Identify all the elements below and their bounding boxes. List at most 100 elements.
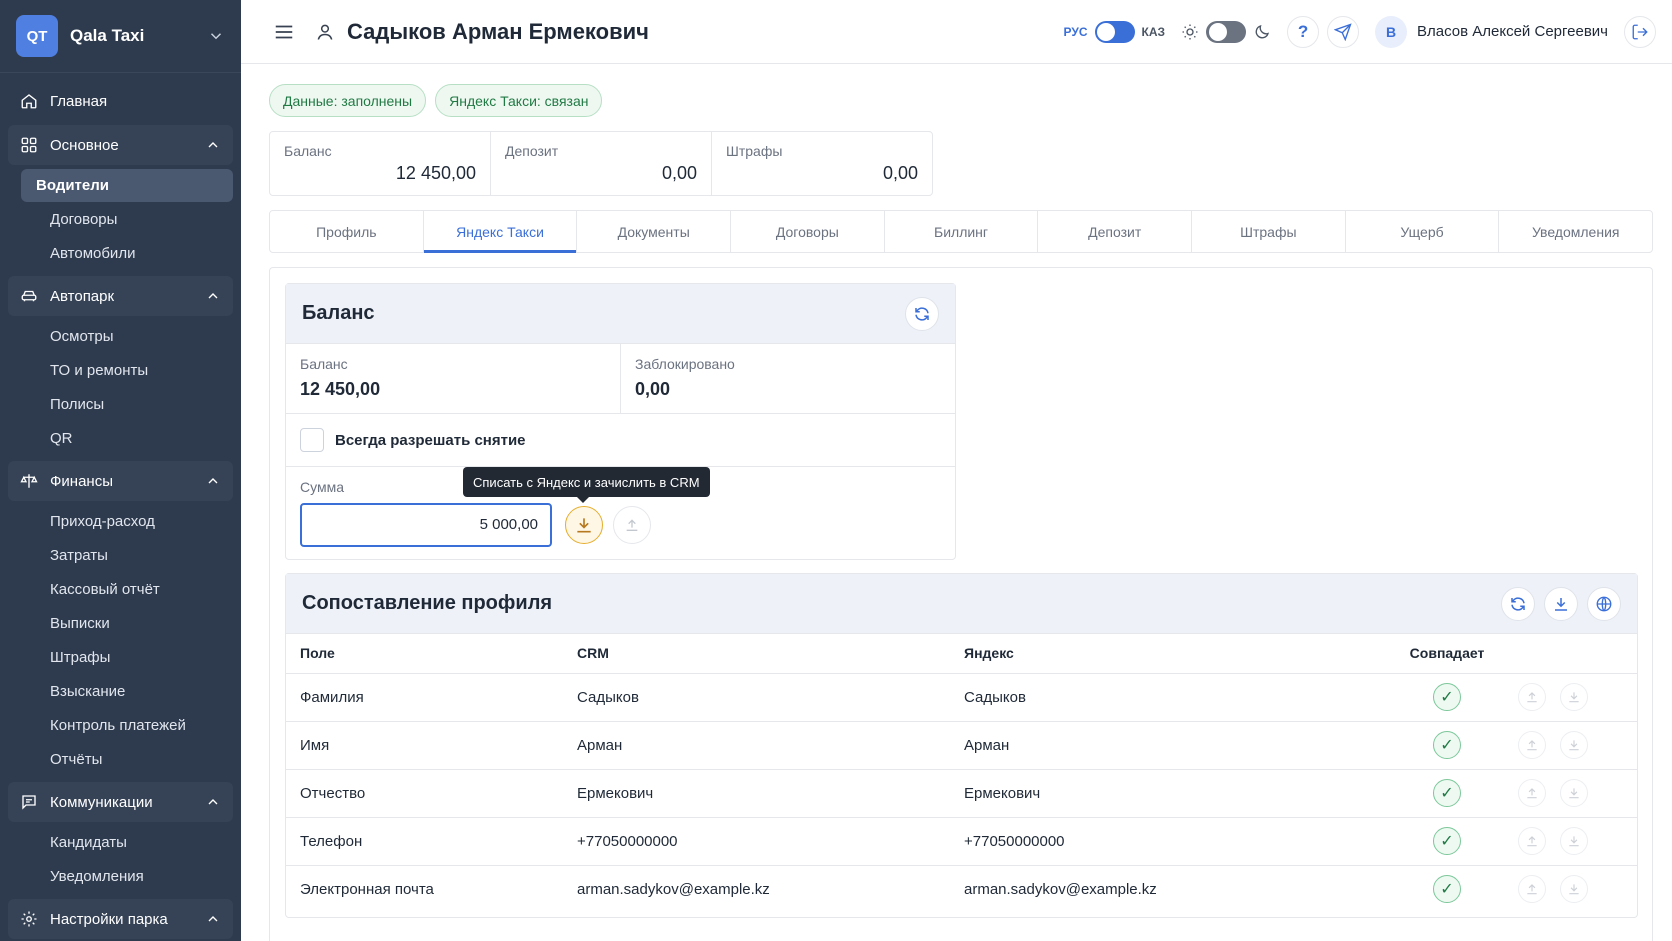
user-name[interactable]: Власов Алексей Сергеевич (1417, 23, 1608, 40)
tab-billing[interactable]: Биллинг (885, 211, 1039, 252)
tab-notifications[interactable]: Уведомления (1499, 211, 1652, 252)
chevron-up-icon[interactable] (205, 794, 221, 810)
brand-header[interactable]: QT Qala Taxi (0, 0, 241, 73)
balance-panel: Баланс Баланс 12 450,00 Заблокировано 0,… (285, 283, 956, 560)
open-yandex-button[interactable] (1587, 586, 1621, 621)
stat-label: Штрафы (726, 143, 783, 159)
upload-icon (1527, 788, 1537, 799)
sidebar-item-contracts[interactable]: Договоры (21, 203, 233, 236)
push-to-yandex-button[interactable] (1518, 875, 1546, 904)
menu-icon[interactable] (273, 21, 295, 43)
sidebar-item-income-expense[interactable]: Приход-расход (21, 505, 233, 538)
grid-icon (21, 137, 37, 153)
sidebar: QT Qala Taxi Главная Основное Водители Д… (0, 0, 241, 941)
chevron-up-icon[interactable] (205, 137, 221, 153)
table-row: Отчество Ермекович Ермекович ✓ (286, 769, 1637, 818)
sun-icon (1182, 24, 1198, 39)
always-allow-checkbox[interactable] (300, 428, 324, 452)
telegram-button[interactable] (1327, 15, 1360, 48)
sidebar-group-label: Коммуникации (50, 793, 153, 811)
sidebar-item-notifications[interactable]: Уведомления (21, 860, 233, 893)
status-badge: Яндекс Такси: связан (435, 84, 603, 117)
push-to-yandex-button[interactable] (1518, 683, 1546, 711)
sidebar-item-home[interactable]: Главная (8, 81, 233, 121)
avatar[interactable]: В (1375, 15, 1408, 48)
sidebar-group-fleet[interactable]: Автопарк (8, 276, 233, 316)
sidebar-item-collection[interactable]: Взыскание (21, 675, 233, 708)
blocked-value: 0,00 (635, 379, 671, 399)
tab-deposit[interactable]: Депозит (1038, 211, 1193, 252)
sidebar-group-finance[interactable]: Финансы (8, 461, 233, 501)
tab-documents[interactable]: Документы (577, 211, 732, 252)
stat-fines: Штрафы 0,00 (712, 132, 932, 195)
sidebar-item-inspections[interactable]: Осмотры (21, 320, 233, 353)
balance-cell: Баланс 12 450,00 (286, 344, 621, 413)
language-toggle[interactable] (1094, 20, 1135, 43)
pull-from-yandex-button[interactable] (1560, 683, 1589, 711)
tab-profile[interactable]: Профиль (270, 211, 424, 252)
scales-icon (20, 474, 38, 488)
chevron-down-icon[interactable] (207, 27, 225, 45)
theme-toggle[interactable] (1206, 20, 1247, 43)
actions-cell (1518, 721, 1637, 770)
sidebar-item-cash-report[interactable]: Кассовый отчёт (21, 573, 233, 606)
column-header: Совпадает (1376, 634, 1518, 674)
stat-label: Депозит (505, 143, 559, 159)
lang-kz-label[interactable]: КАЗ (1142, 25, 1166, 39)
refresh-balance-button[interactable] (905, 296, 939, 331)
sidebar-item-fines[interactable]: Штрафы (21, 641, 233, 674)
help-button[interactable]: ? (1287, 15, 1320, 48)
chevron-up-icon[interactable] (205, 288, 221, 304)
balance-grid: Баланс 12 450,00 Заблокировано 0,00 (286, 344, 955, 414)
tab-yandex-taxi[interactable]: Яндекс Такси (423, 211, 578, 253)
sidebar-item-candidates[interactable]: Кандидаты (21, 826, 233, 859)
sidebar-group-communications[interactable]: Коммуникации (8, 782, 233, 822)
logout-button[interactable] (1624, 15, 1656, 48)
push-to-yandex-button[interactable] (1518, 827, 1546, 855)
sidebar-item-reports[interactable]: Отчёты (21, 743, 233, 776)
crm-cell: Садыков (577, 673, 964, 722)
check-icon: ✓ (1433, 683, 1461, 711)
chevron-up-icon[interactable] (205, 911, 221, 927)
crm-cell: Арман (577, 721, 964, 770)
sidebar-item-statements[interactable]: Выписки (21, 607, 233, 640)
sidebar-item-maintenance[interactable]: ТО и ремонты (21, 354, 233, 387)
help-icon: ? (1297, 21, 1309, 41)
sidebar-group-main[interactable]: Основное (8, 125, 233, 165)
sum-input[interactable]: 5 000,00 (300, 503, 552, 547)
deposit-to-yandex-button[interactable] (613, 506, 651, 544)
sidebar-item-costs[interactable]: Затраты (21, 539, 233, 572)
withdraw-from-yandex-button[interactable] (565, 506, 603, 544)
sidebar-group-park-settings[interactable]: Настройки парка (8, 899, 233, 939)
tab-damage[interactable]: Ущерб (1346, 211, 1500, 252)
tab-contracts[interactable]: Договоры (731, 211, 885, 252)
pull-from-yandex-button[interactable] (1560, 779, 1589, 807)
push-to-yandex-button[interactable] (1518, 779, 1546, 807)
car-icon (21, 290, 37, 302)
sidebar-item-policies[interactable]: Полисы (21, 388, 233, 421)
stat-deposit: Депозит 0,00 (491, 132, 712, 195)
refresh-mapping-button[interactable] (1501, 586, 1535, 621)
lang-ru-label[interactable]: РУС (1064, 25, 1088, 39)
chevron-up-icon[interactable] (205, 473, 221, 489)
sidebar-group-label: Автопарк (50, 287, 115, 305)
pull-from-yandex-button[interactable] (1560, 827, 1589, 855)
tab-fines[interactable]: Штрафы (1192, 211, 1346, 252)
message-icon (22, 795, 36, 810)
sidebar-item-drivers[interactable]: Водители (21, 169, 233, 202)
check-icon: ✓ (1433, 875, 1461, 904)
pull-from-yandex-button[interactable] (1560, 731, 1589, 759)
import-all-button[interactable] (1544, 586, 1578, 621)
stats-summary: Баланс 12 450,00 Депозит 0,00 Штрафы 0,0… (269, 131, 933, 196)
match-cell: ✓ (1376, 673, 1518, 722)
field-cell: Электронная почта (300, 880, 434, 898)
sidebar-item-qr[interactable]: QR (21, 422, 233, 455)
check-icon: ✓ (1433, 731, 1461, 759)
sidebar-item-payment-control[interactable]: Контроль платежей (21, 709, 233, 742)
upload-icon (1527, 692, 1537, 703)
pull-from-yandex-button[interactable] (1560, 875, 1589, 904)
sidebar-item-cars[interactable]: Автомобили (21, 237, 233, 270)
always-allow-label[interactable]: Всегда разрешать снятие (335, 432, 526, 449)
profile-mapping-panel: Сопоставление профиля Поле CRM Яндекс Со… (285, 573, 1638, 918)
push-to-yandex-button[interactable] (1518, 731, 1546, 759)
